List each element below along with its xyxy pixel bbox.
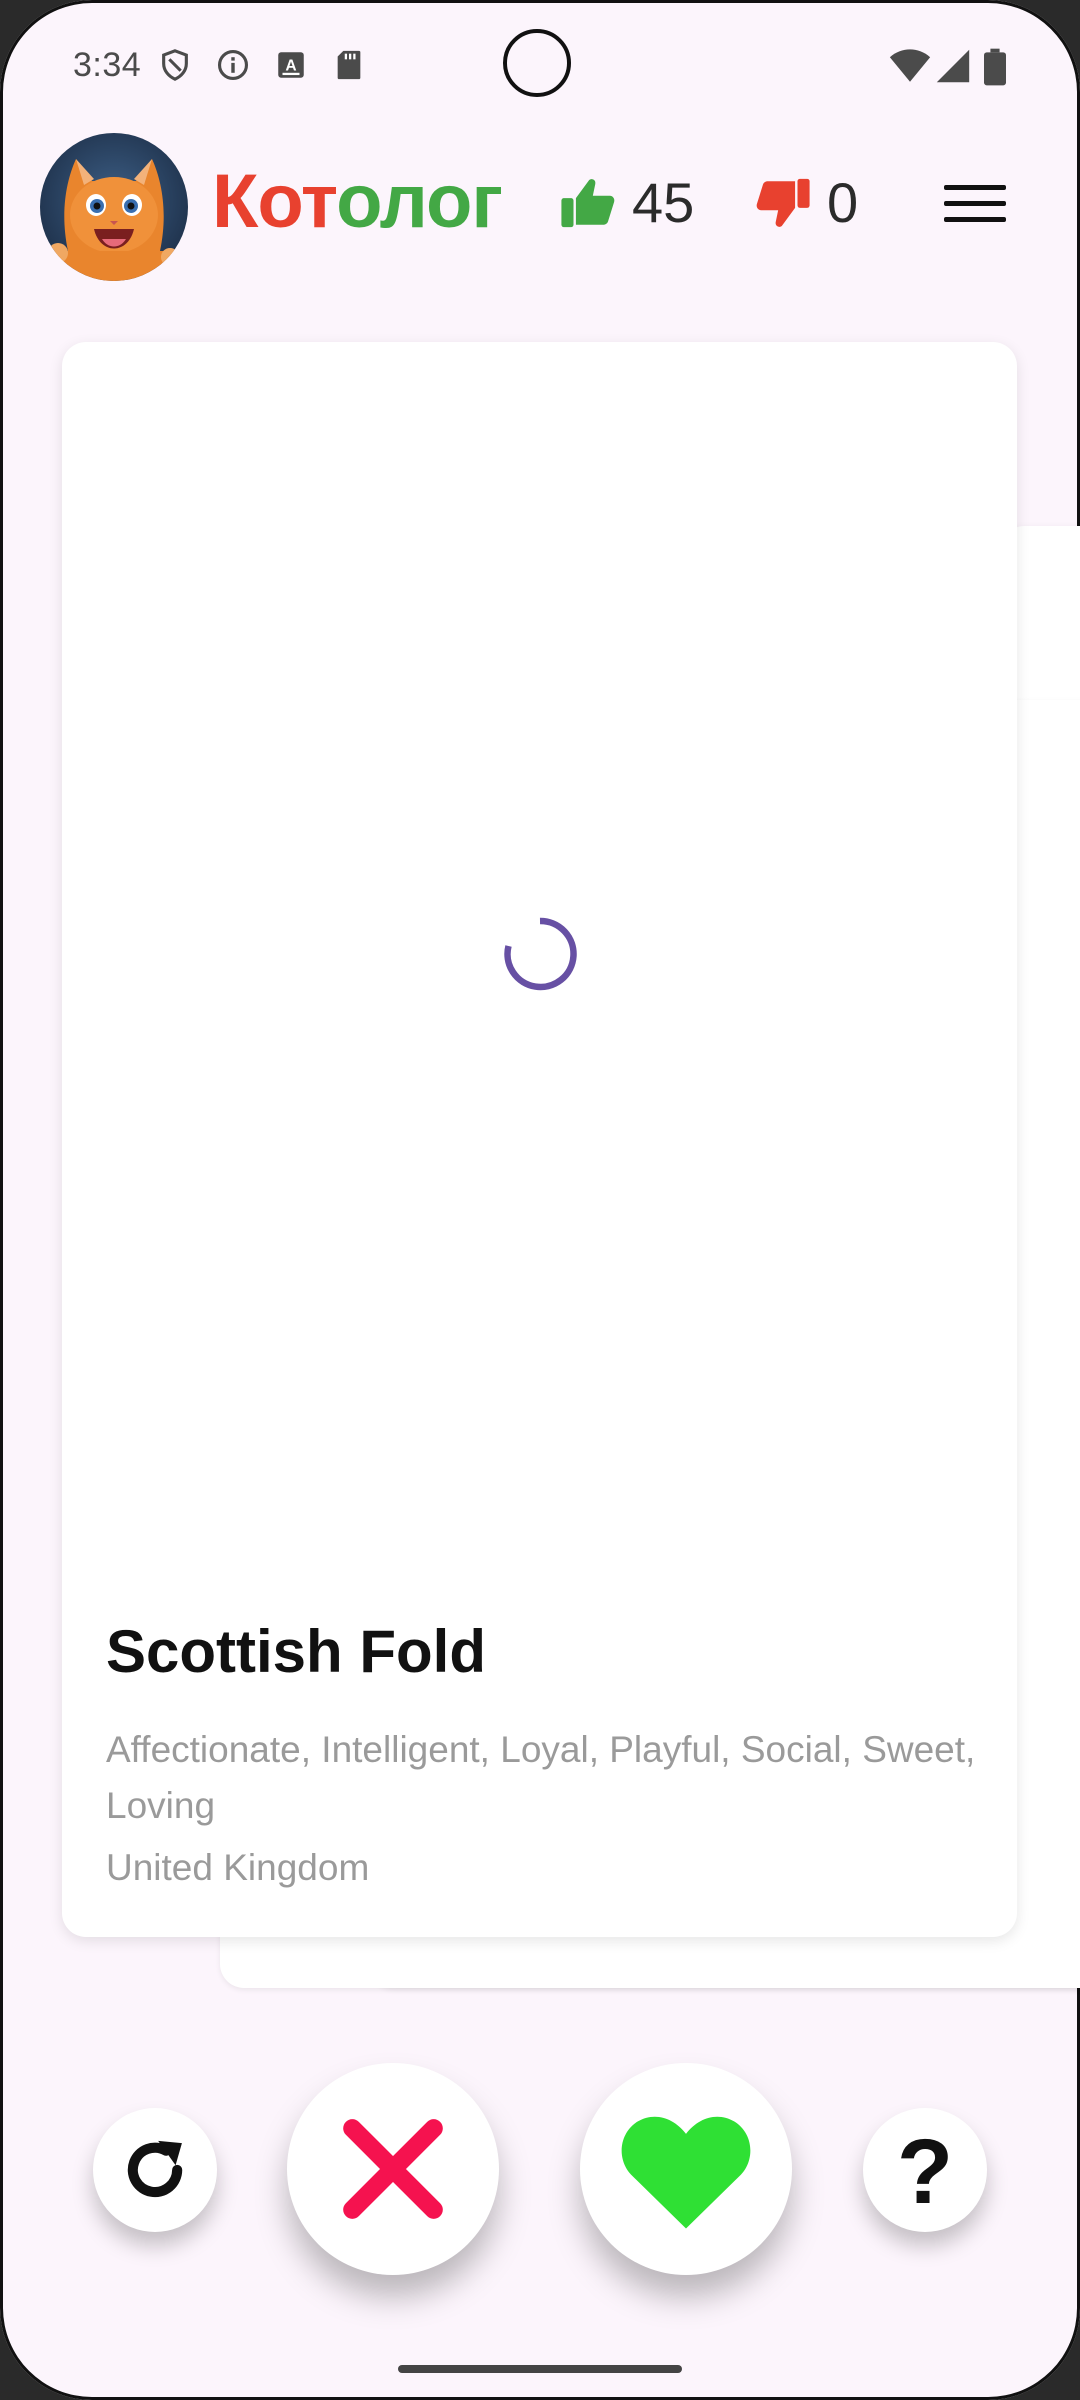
like-button[interactable]: [580, 2063, 792, 2275]
sd-card-icon: [337, 50, 361, 80]
front-camera: [503, 29, 571, 97]
hamburger-menu-button[interactable]: [944, 185, 1006, 229]
app-title-part2: олог: [336, 159, 503, 244]
menu-line-icon: [944, 217, 1006, 222]
dislikes-count: 0: [827, 171, 859, 234]
breed-temperament: Affectionate, Intelligent, Loyal, Playfu…: [106, 1729, 976, 1826]
vpn-shield-icon: [162, 49, 188, 81]
menu-line-icon: [944, 201, 1006, 206]
app-logo-avatar: [40, 133, 188, 281]
breed-name: Scottish Fold: [106, 1618, 486, 1685]
app-header: Котолог 45 0: [0, 128, 1080, 281]
phone-screen: 3:34 A Котолог 45 0 Scottish Fold Affect…: [0, 0, 1080, 2400]
info-icon: [217, 49, 249, 81]
refresh-icon: [127, 2140, 183, 2198]
text-app-icon: A: [278, 52, 304, 78]
dislikes-counter: 0: [753, 170, 858, 235]
question-icon: ?: [896, 2121, 954, 2223]
wifi-icon: [889, 49, 931, 82]
menu-line-icon: [944, 185, 1006, 190]
status-bar: 3:34 A: [0, 0, 1080, 130]
breed-card[interactable]: Scottish Fold Affectionate, Intelligent,…: [62, 342, 1017, 1937]
undo-button[interactable]: [93, 2108, 217, 2232]
signal-icon: [936, 49, 970, 83]
dislike-button[interactable]: [287, 2063, 499, 2275]
heart-icon: [621, 2116, 751, 2229]
app-title: Котолог: [212, 158, 503, 245]
likes-count: 45: [632, 171, 695, 234]
svg-text:A: A: [285, 58, 296, 75]
thumbs-up-icon: [561, 178, 615, 227]
likes-counter: 45: [558, 170, 694, 235]
loading-spinner-icon: [504, 917, 577, 991]
home-indicator[interactable]: [398, 2365, 682, 2373]
close-x-icon: [343, 2119, 443, 2219]
status-time: 3:34: [73, 46, 142, 84]
thumbs-down-icon: [756, 178, 810, 227]
breed-origin: United Kingdom: [106, 1847, 370, 1888]
app-title-part1: Кот: [212, 159, 337, 244]
help-button[interactable]: ?: [863, 2108, 987, 2232]
cat-mascot-icon: [40, 133, 188, 281]
battery-icon: [984, 48, 1006, 86]
